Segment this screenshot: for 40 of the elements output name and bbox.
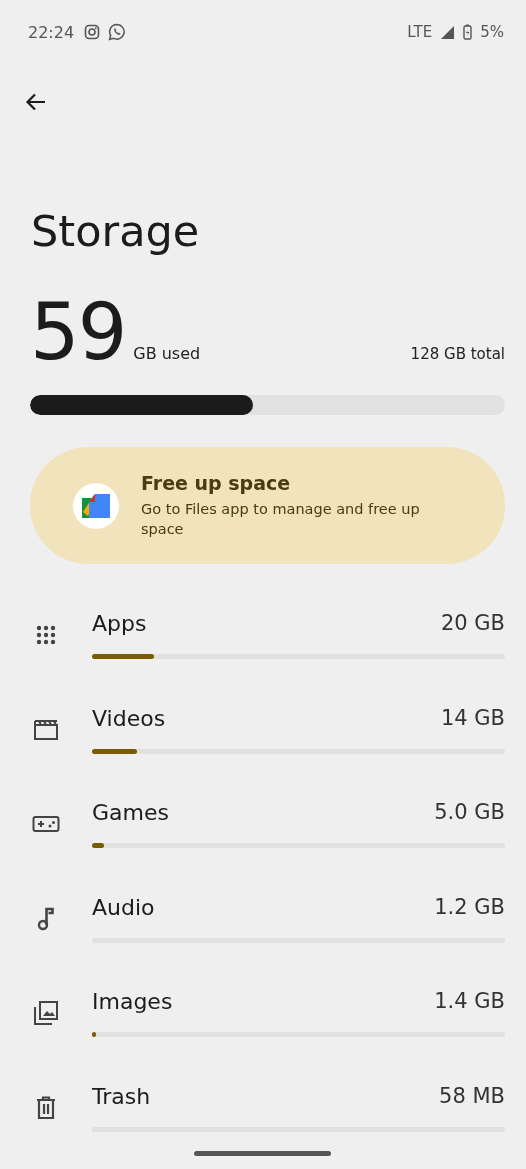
battery-icon <box>463 24 473 40</box>
storage-category-item[interactable]: Apps 20 GB <box>0 601 526 696</box>
storage-category-item[interactable]: Videos 14 GB <box>0 695 526 791</box>
used-label: GB used <box>133 344 201 364</box>
category-name: Images <box>92 989 173 1015</box>
category-name: Videos <box>92 705 166 731</box>
camera-app-icon <box>84 24 101 40</box>
used-amount: 59 <box>30 293 126 372</box>
page-title: Storage <box>31 208 201 256</box>
category-size: 1.4 GB <box>434 989 505 1015</box>
category-name: Audio <box>92 894 155 920</box>
free-up-space-card[interactable]: Free up space Go to Files app to manage and free up space <box>30 447 505 565</box>
network-type: LTE <box>407 23 433 41</box>
trash-icon <box>35 1095 56 1120</box>
category-name: Apps <box>92 611 147 637</box>
storage-category-item[interactable]: Games 5.0 GB <box>0 790 526 885</box>
category-size: 1.2 GB <box>434 894 505 920</box>
signal-icon <box>440 24 456 40</box>
category-size: 58 MB <box>439 1083 505 1109</box>
category-size: 5.0 GB <box>434 800 505 826</box>
category-name: Games <box>92 800 169 826</box>
image-gallery-icon <box>32 1000 59 1027</box>
files-app-icon <box>73 482 119 529</box>
battery-percent: 5% <box>480 23 504 41</box>
category-name: Trash <box>92 1083 151 1109</box>
category-size: 14 GB <box>440 705 505 731</box>
category-size: 20 GB <box>440 611 505 637</box>
gesture-handle[interactable] <box>194 1151 331 1156</box>
total-label: 128 GB total <box>410 345 505 364</box>
storage-category-item[interactable]: Trash 58 MB <box>0 1073 526 1169</box>
chat-bubble-icon <box>108 23 127 41</box>
grid-icon <box>34 624 57 647</box>
clapperboard-icon <box>32 718 59 741</box>
status-time: 22:24 <box>28 22 75 42</box>
storage-category-item[interactable]: Audio 1.2 GB <box>0 884 526 980</box>
music-note-icon <box>36 905 55 932</box>
gamepad-icon <box>31 815 60 834</box>
storage-category-item[interactable]: Images 1.4 GB <box>0 979 526 1074</box>
card-title: Free up space <box>141 472 292 495</box>
card-description: Go to Files app to manage and free up space <box>141 500 421 539</box>
